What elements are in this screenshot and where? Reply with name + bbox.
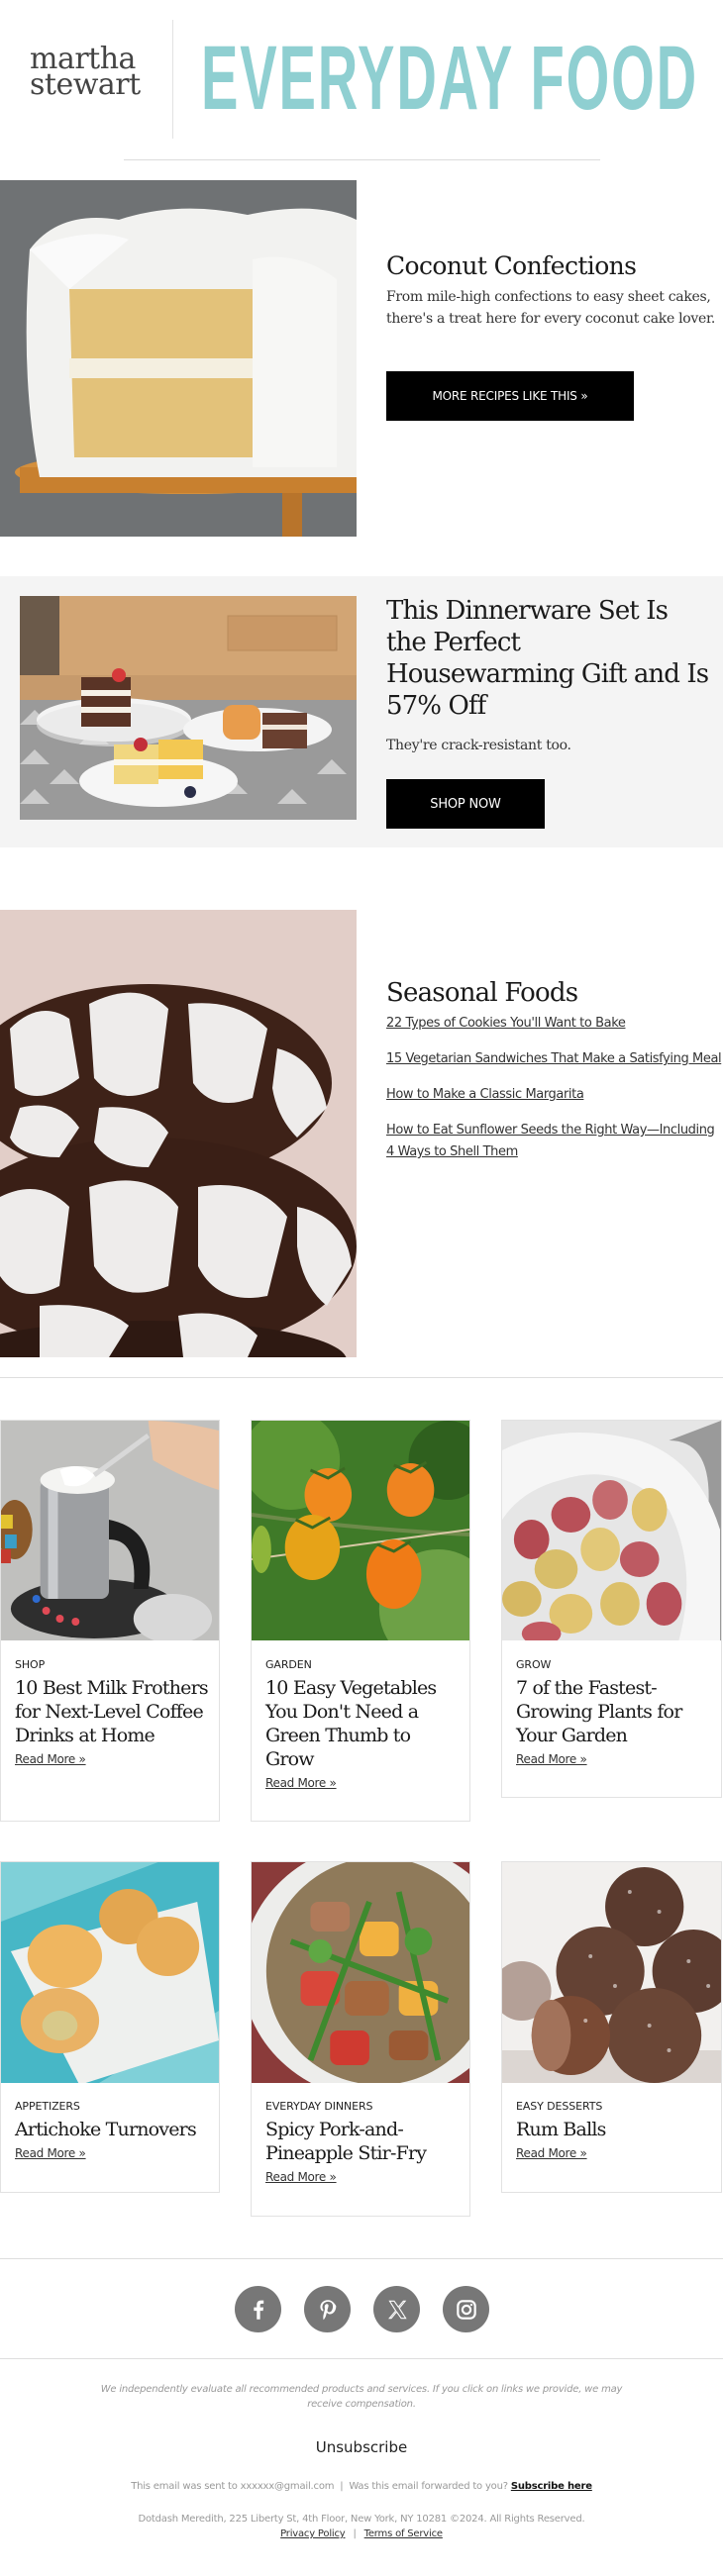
card-title[interactable]: Spicy Pork-and-Pineapple Stir-Fry [265, 2118, 460, 2165]
logo-line-2: stewart [30, 67, 141, 102]
subscribe-here-link[interactable]: Subscribe here [511, 2481, 592, 2492]
article-card[interactable]: GROW 7 of the Fastest-Growing Plants for… [501, 1420, 722, 1798]
feature-description: From mile-high confections to easy sheet… [386, 289, 715, 327]
card-category: GROW [516, 1658, 552, 1671]
card-title[interactable]: 10 Easy Vegetables You Don't Need a Gree… [265, 1676, 460, 1771]
article-card[interactable]: EVERYDAY DINNERS Spicy Pork-and-Pineappl… [251, 1861, 470, 2217]
promo-description: They're crack-resistant too. [386, 738, 571, 753]
card-title[interactable]: Rum Balls [516, 2118, 711, 2141]
article-card[interactable]: SHOP 10 Best Milk Frothers for Next-Leve… [0, 1420, 220, 1822]
article-card[interactable]: APPETIZERS Artichoke Turnovers Read More… [0, 1861, 220, 2193]
seasonal-link-item: 15 Vegetarian Sandwiches That Make a Sat… [386, 1047, 723, 1069]
header-rule [124, 159, 600, 160]
seasonal-link-item: How to Make a Classic Margarita [386, 1083, 723, 1105]
tomatoes-image[interactable] [252, 1421, 469, 1640]
legal-separator: | [353, 2528, 357, 2539]
everyday-food-brand[interactable]: EVERYDAY FOOD [201, 28, 698, 129]
shop-now-button[interactable]: SHOP NOW [386, 779, 545, 829]
x-icon [387, 2300, 407, 2319]
read-more-link[interactable]: Read More » [516, 1749, 587, 1769]
seasonal-link[interactable]: 15 Vegetarian Sandwiches That Make a Sat… [386, 1051, 722, 1066]
legal-links: Privacy Policy | Terms of Service [0, 2526, 723, 2541]
card-body: GROW 7 of the Fastest-Growing Plants for… [516, 1658, 711, 1769]
card-category: GARDEN [265, 1658, 312, 1671]
martha-stewart-logo[interactable]: martha stewart [30, 45, 141, 102]
sent-to-row: This email was sent to xxxxxx@gmail.com … [0, 2480, 723, 2494]
seasonal-links: 22 Types of Cookies You'll Want to Bake … [386, 1012, 723, 1162]
section-divider [0, 1377, 723, 1378]
privacy-policy-link[interactable]: Privacy Policy [280, 2528, 346, 2539]
card-body: APPETIZERS Artichoke Turnovers Read More… [15, 2100, 209, 2163]
seasonal-link-item: How to Eat Sunflower Seeds the Right Way… [386, 1119, 723, 1162]
unsubscribe-link[interactable]: Unsubscribe [316, 2438, 407, 2456]
card-body: SHOP 10 Best Milk Frothers for Next-Leve… [15, 1658, 209, 1769]
seasonal-link[interactable]: How to Eat Sunflower Seeds the Right Way… [386, 1123, 715, 1159]
pinterest-icon [319, 2299, 336, 2320]
header-divider [172, 20, 173, 139]
seasonal-title: Seasonal Foods [386, 978, 578, 1008]
milk-frother-image[interactable] [1, 1421, 219, 1640]
article-card[interactable]: EASY DESSERTS Rum Balls Read More » [501, 1861, 722, 2193]
read-more-link[interactable]: Read More » [516, 2143, 587, 2163]
unsubscribe-row: Unsubscribe [0, 2437, 723, 2457]
seasonal-link[interactable]: How to Make a Classic Margarita [386, 1087, 584, 1102]
card-category: EASY DESSERTS [516, 2100, 603, 2113]
feature-text: Coconut Confections From mile-high confe… [386, 251, 723, 330]
pinterest-button[interactable] [304, 2286, 351, 2332]
card-body: EVERYDAY DINNERS Spicy Pork-and-Pineappl… [265, 2100, 460, 2187]
card-title[interactable]: 7 of the Fastest-Growing Plants for Your… [516, 1676, 711, 1747]
feature-title: Coconut Confections [386, 251, 637, 280]
card-category: APPETIZERS [15, 2100, 80, 2113]
address-block: Dotdash Meredith, 225 Liberty St, 4th Fl… [0, 2512, 723, 2541]
crinkle-cookies-image[interactable] [0, 910, 357, 1357]
seasonal-text: Seasonal Foods 22 Types of Cookies You'l… [386, 976, 723, 1176]
sent-to-text: This email was sent to xxxxxx@gmail.com … [131, 2481, 508, 2492]
read-more-link[interactable]: Read More » [265, 2167, 337, 2187]
terms-of-service-link[interactable]: Terms of Service [364, 2528, 443, 2539]
pork-stir-fry-image[interactable] [252, 1862, 469, 2083]
read-more-link[interactable]: Read More » [265, 1773, 337, 1793]
card-body: GARDEN 10 Easy Vegetables You Don't Need… [265, 1658, 460, 1793]
instagram-button[interactable] [443, 2286, 489, 2332]
artichoke-turnovers-image[interactable] [1, 1862, 219, 2083]
rum-balls-image[interactable] [502, 1862, 721, 2083]
article-card[interactable]: GARDEN 10 Easy Vegetables You Don't Need… [251, 1420, 470, 1822]
more-recipes-button[interactable]: MORE RECIPES LIKE THIS » [386, 371, 634, 421]
read-more-link[interactable]: Read More » [15, 1749, 86, 1769]
read-more-link[interactable]: Read More » [15, 2143, 86, 2163]
disclaimer-text: We independently evaluate all recommende… [100, 2384, 623, 2410]
seasonal-link[interactable]: 22 Types of Cookies You'll Want to Bake [386, 1016, 626, 1031]
facebook-button[interactable] [235, 2286, 281, 2332]
address-text: Dotdash Meredith, 225 Liberty St, 4th Fl… [138, 2514, 585, 2525]
card-category: EVERYDAY DINNERS [265, 2100, 373, 2113]
card-title[interactable]: Artichoke Turnovers [15, 2118, 209, 2141]
dinnerware-image[interactable] [20, 596, 357, 820]
facebook-icon [253, 2300, 263, 2320]
coconut-cake-image[interactable] [0, 180, 357, 537]
card-body: EASY DESSERTS Rum Balls Read More » [516, 2100, 711, 2163]
potatoes-image[interactable] [502, 1421, 721, 1640]
footer-divider-top [0, 2258, 723, 2259]
seasonal-link-item: 22 Types of Cookies You'll Want to Bake [386, 1012, 723, 1034]
brand-title: EVERYDAY FOOD [201, 28, 698, 129]
card-title[interactable]: 10 Best Milk Frothers for Next-Level Cof… [15, 1676, 209, 1747]
instagram-icon [456, 2299, 476, 2320]
card-category: SHOP [15, 1658, 46, 1671]
x-button[interactable] [373, 2286, 420, 2332]
footer-divider-bottom [0, 2358, 723, 2359]
promo-title: This Dinnerware Set Is the Perfect House… [386, 596, 709, 721]
promo-text: This Dinnerware Set Is the Perfect House… [386, 595, 713, 755]
